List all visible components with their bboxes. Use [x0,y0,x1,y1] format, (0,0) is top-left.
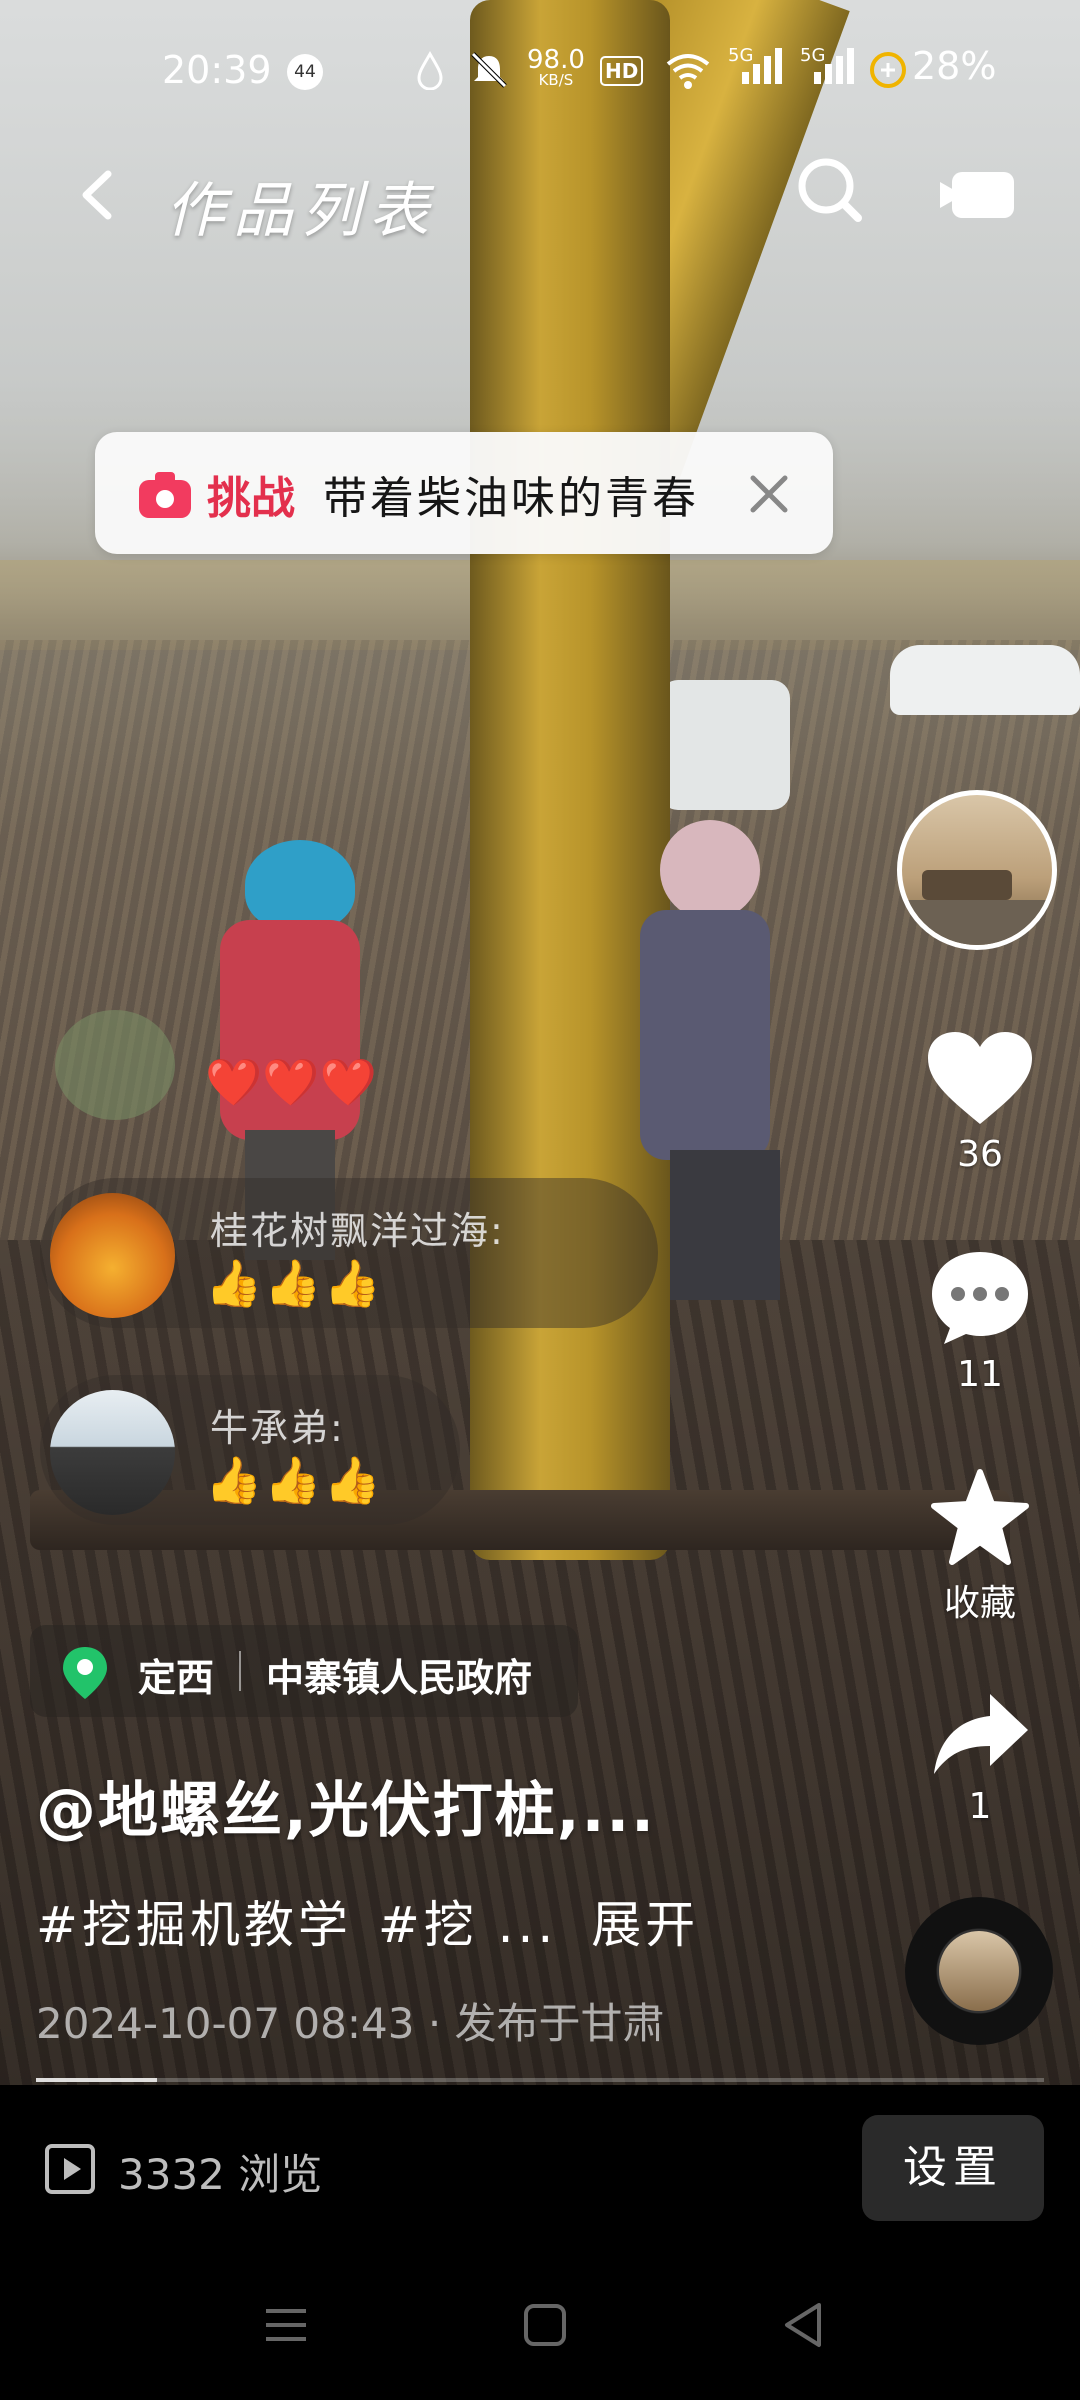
post-caption[interactable]: @地螺丝,光伏打桩,... [36,1762,656,1849]
challenge-banner[interactable]: 挑战 带着柴油味的青春 [95,432,833,554]
camera-button[interactable] [938,160,1018,230]
commenter-avatar [50,1193,175,1318]
status-time: 20:39 [162,48,272,92]
views-count: 3332 浏览 [118,2150,323,2199]
share-count: 1 [968,1786,992,1827]
bottom-bar: 3332 浏览 设置 [0,2085,1080,2250]
location-divider [239,1651,241,1691]
notification-count-badge: 44 [287,54,323,90]
worker-right [640,820,780,1300]
like-button[interactable]: 36 [922,1030,1038,1175]
like-count: 36 [957,1134,1003,1175]
comment-bubble[interactable]: 牛承弟: 👍👍👍 [40,1375,460,1525]
location-city: 定西 [138,1656,215,1700]
settings-button[interactable]: 设置 [862,2115,1044,2221]
favorite-label: 收藏 [943,1583,1016,1624]
post-meta: 2024-10-07 08:43 · 发布于甘肃 [36,1999,665,2048]
menu-icon[interactable] [256,2295,316,2355]
location-pin-icon [63,1647,107,1699]
close-icon[interactable] [741,466,797,522]
comment-text-partial: ❤️❤️❤️ [205,1055,377,1109]
system-navigation-bar [0,2250,1080,2400]
hashtag[interactable]: #挖 ... [378,1896,557,1954]
challenge-title: 带着柴油味的青春 [323,473,699,524]
water-drop-icon [415,50,445,91]
commenter-name: 牛承弟: [210,1406,345,1450]
share-arrow-icon [934,1694,1028,1774]
comment-bubble[interactable]: 桂花树飘洋过海: 👍👍👍 [40,1178,658,1328]
search-button[interactable] [790,150,870,230]
location-tag[interactable]: 定西 中寨镇人民政府 [30,1625,578,1717]
music-cover [939,1931,1019,2011]
mute-bell-icon [468,50,510,90]
wifi-icon [664,50,712,90]
hashtag[interactable]: #挖掘机教学 [36,1896,352,1954]
video-progress-fill [36,2078,157,2082]
heart-icon [928,1032,1032,1124]
comment-text: 👍👍👍 [205,1453,383,1507]
signal-sim1-icon: 5G [728,45,788,86]
status-bar: 20:39 44 98.0 KB/S HD 5G 5G 28% [0,0,1080,140]
battery-level: 28% [912,44,997,88]
comment-avatar-partial [55,1010,175,1120]
star-icon [931,1469,1029,1565]
video-camera-icon [940,172,1014,218]
hd-voice-icon: HD [600,56,644,86]
challenge-tag: 挑战 [207,473,295,524]
comment-bubble-icon [932,1252,1028,1344]
play-square-icon [45,2144,95,2194]
location-place: 中寨镇人民政府 [266,1656,533,1700]
camera-badge-icon [139,472,191,518]
back-button[interactable] [64,160,134,230]
chevron-left-icon [82,170,112,220]
post-tags: #挖掘机教学 #挖 ... 展开 [36,1885,705,1957]
battery-saver-icon [868,50,908,90]
back-triangle-icon[interactable] [773,2295,833,2355]
comment-button[interactable]: 11 [922,1248,1038,1395]
signal-sim2-icon: 5G [800,45,860,86]
commenter-name: 桂花树飘洋过海: [210,1209,505,1253]
expand-button[interactable]: 展开 [591,1896,699,1954]
title-bar: 作品列表 [0,140,1080,250]
commenter-avatar [50,1390,175,1515]
net-speed: 98.0 KB/S [527,45,585,89]
white-suv [890,645,1080,715]
comment-text: 👍👍👍 [205,1256,383,1310]
white-van [660,680,790,810]
search-icon [798,158,862,222]
author-avatar[interactable] [897,790,1057,950]
favorite-button[interactable]: 收藏 [922,1468,1038,1626]
page-title: 作品列表 [165,176,437,246]
music-disc[interactable] [905,1897,1053,2045]
share-button[interactable]: 1 [922,1690,1038,1827]
video-progress-bar[interactable] [36,2078,1044,2082]
home-icon[interactable] [515,2295,575,2355]
comment-count: 11 [957,1354,1003,1395]
